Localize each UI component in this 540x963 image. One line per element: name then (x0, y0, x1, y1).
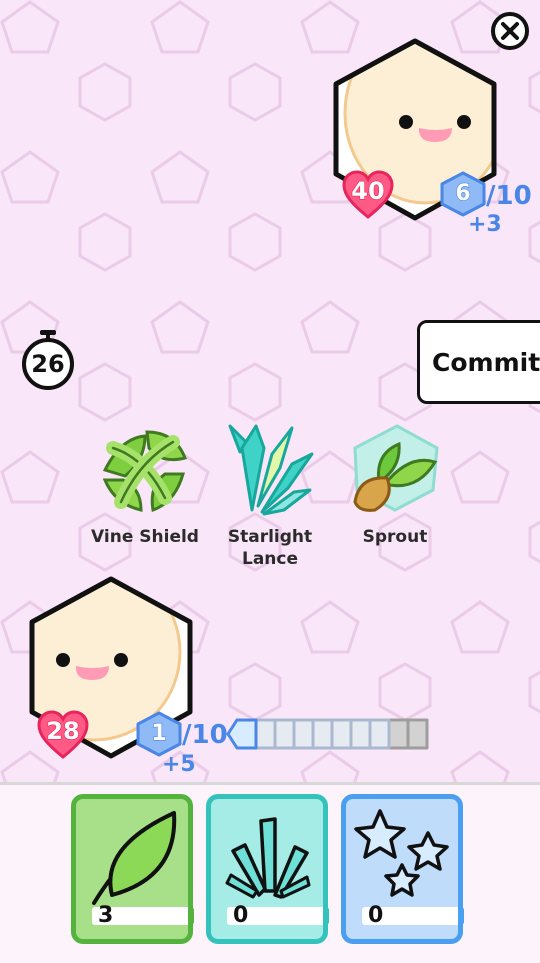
crystal-lance-icon (228, 424, 314, 516)
player-health-value: 28 (46, 717, 81, 745)
timer-value: 26 (31, 350, 65, 378)
player-energy-value: 1 (151, 721, 168, 746)
crystal-count: 0 (233, 903, 249, 928)
card-vine-shield-label: Vine Shield (91, 527, 199, 547)
player-energy-max: /10 (182, 720, 228, 750)
opponent-energy-value: 6 (455, 181, 472, 206)
leaf-icon (92, 811, 177, 905)
card-starlight-lance-label: Starlight Lance (227, 527, 313, 569)
sprout-icon (353, 424, 439, 512)
card-sprout-label: Sprout (362, 527, 428, 547)
vine-shield-icon (102, 430, 188, 513)
resource-star-slot[interactable]: 0 (341, 794, 464, 944)
player-energy-gain: +5 (162, 752, 196, 777)
opponent-energy-gain: +3 (468, 212, 502, 237)
opponent-energy-max: /10 (486, 181, 532, 211)
opponent-health-value: 40 (351, 177, 386, 205)
energy-segment-filled (226, 718, 258, 750)
commit-button[interactable]: Commit (417, 320, 540, 404)
stars-icon (354, 809, 449, 897)
crystal-icon (225, 817, 311, 899)
resource-leaf-slot[interactable]: 3 (71, 794, 194, 944)
star-count: 0 (368, 903, 384, 928)
leaf-count: 3 (98, 903, 114, 928)
resource-crystal-slot[interactable]: 0 (206, 794, 329, 944)
energy-track (226, 718, 429, 750)
